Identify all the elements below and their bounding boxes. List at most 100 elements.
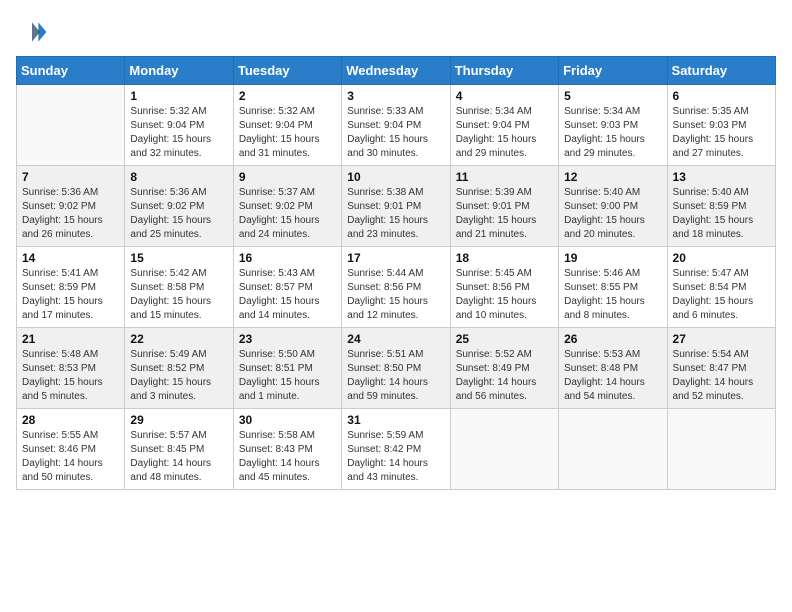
day-number: 13 [673, 170, 770, 184]
day-of-week-header: Sunday [17, 57, 125, 85]
calendar-day-cell: 5Sunrise: 5:34 AM Sunset: 9:03 PM Daylig… [559, 85, 667, 166]
calendar-day-cell: 26 Sunrise: 5:53 AM Sunset: 8:48 PM Dayli… [559, 328, 667, 409]
calendar-day-cell: 30Sunrise: 5:58 AM Sunset: 8:43 PM Dayli… [233, 409, 341, 490]
day-info: Sunrise: 5:32 AM Sunset: 9:04 PM Dayligh… [239, 105, 336, 161]
day-info: Sunrise: 5:34 AM Sunset: 9:03 PM Dayligh… [564, 105, 661, 161]
calendar-day-cell: 14 Sunrise: 5:41 AM Sunset: 8:59 PM Dayli… [17, 247, 125, 328]
calendar-day-cell: 18 Sunrise: 5:45 AM Sunset: 8:56 PM Dayli… [450, 247, 558, 328]
calendar-day-cell [450, 409, 558, 490]
calendar-day-cell: 16 Sunrise: 5:43 AM Sunset: 8:57 PM Dayli… [233, 247, 341, 328]
calendar-day-cell: 15 Sunrise: 5:42 AM Sunset: 8:58 PM Dayli… [125, 247, 233, 328]
logo [16, 16, 52, 48]
day-number: 27 [673, 332, 770, 346]
day-number: 18 [456, 251, 553, 265]
day-number: 15 [130, 251, 227, 265]
calendar-week-row: 7 Sunrise: 5:36 AM Sunset: 9:02 PM Daylig… [17, 166, 776, 247]
day-number: 14 [22, 251, 119, 265]
calendar-week-row: 1 Sunrise: 5:32 AM Sunset: 9:04 PM Daylig… [17, 85, 776, 166]
day-number: 4 [456, 89, 553, 103]
day-number: 16 [239, 251, 336, 265]
day-of-week-header: Tuesday [233, 57, 341, 85]
day-info: Sunrise: 5:36 AM Sunset: 9:02 PM Dayligh… [130, 186, 227, 242]
calendar-day-cell: 12Sunrise: 5:40 AM Sunset: 9:00 PM Dayli… [559, 166, 667, 247]
calendar-day-cell: 6 Sunrise: 5:35 AM Sunset: 9:03 PM Daylig… [667, 85, 775, 166]
day-of-week-header: Thursday [450, 57, 558, 85]
day-info: Sunrise: 5:36 AM Sunset: 9:02 PM Dayligh… [22, 186, 119, 242]
page-header [16, 16, 776, 48]
calendar-day-cell: 8 Sunrise: 5:36 AM Sunset: 9:02 PM Daylig… [125, 166, 233, 247]
day-number: 11 [456, 170, 553, 184]
calendar-day-cell [667, 409, 775, 490]
day-number: 23 [239, 332, 336, 346]
day-of-week-header: Wednesday [342, 57, 450, 85]
calendar-week-row: 28 Sunrise: 5:55 AM Sunset: 8:46 PM Dayli… [17, 409, 776, 490]
day-info: Sunrise: 5:52 AM Sunset: 8:49 PM Dayligh… [456, 348, 553, 404]
calendar-day-cell: 23Sunrise: 5:50 AM Sunset: 8:51 PM Dayli… [233, 328, 341, 409]
calendar-table: SundayMondayTuesdayWednesdayThursdayFrid… [16, 56, 776, 490]
day-info: Sunrise: 5:37 AM Sunset: 9:02 PM Dayligh… [239, 186, 336, 242]
day-info: Sunrise: 5:42 AM Sunset: 8:58 PM Dayligh… [130, 267, 227, 323]
day-info: Sunrise: 5:59 AM Sunset: 8:42 PM Dayligh… [347, 429, 444, 485]
day-number: 12 [564, 170, 661, 184]
day-of-week-header: Saturday [667, 57, 775, 85]
day-number: 1 [130, 89, 227, 103]
day-number: 28 [22, 413, 119, 427]
logo-icon [16, 16, 48, 48]
calendar-day-cell: 10Sunrise: 5:38 AM Sunset: 9:01 PM Dayli… [342, 166, 450, 247]
calendar-week-row: 21 Sunrise: 5:48 AM Sunset: 8:53 PM Dayli… [17, 328, 776, 409]
day-info: Sunrise: 5:34 AM Sunset: 9:04 PM Dayligh… [456, 105, 553, 161]
day-number: 25 [456, 332, 553, 346]
day-info: Sunrise: 5:32 AM Sunset: 9:04 PM Dayligh… [130, 105, 227, 161]
day-number: 2 [239, 89, 336, 103]
calendar-day-cell: 4 Sunrise: 5:34 AM Sunset: 9:04 PM Daylig… [450, 85, 558, 166]
day-info: Sunrise: 5:55 AM Sunset: 8:46 PM Dayligh… [22, 429, 119, 485]
day-info: Sunrise: 5:54 AM Sunset: 8:47 PM Dayligh… [673, 348, 770, 404]
day-of-week-header: Friday [559, 57, 667, 85]
day-number: 21 [22, 332, 119, 346]
day-info: Sunrise: 5:45 AM Sunset: 8:56 PM Dayligh… [456, 267, 553, 323]
day-number: 31 [347, 413, 444, 427]
day-number: 24 [347, 332, 444, 346]
day-info: Sunrise: 5:33 AM Sunset: 9:04 PM Dayligh… [347, 105, 444, 161]
day-info: Sunrise: 5:53 AM Sunset: 8:48 PM Dayligh… [564, 348, 661, 404]
day-info: Sunrise: 5:51 AM Sunset: 8:50 PM Dayligh… [347, 348, 444, 404]
day-info: Sunrise: 5:35 AM Sunset: 9:03 PM Dayligh… [673, 105, 770, 161]
calendar-day-cell: 24 Sunrise: 5:51 AM Sunset: 8:50 PM Dayli… [342, 328, 450, 409]
calendar-day-cell: 7 Sunrise: 5:36 AM Sunset: 9:02 PM Daylig… [17, 166, 125, 247]
day-number: 10 [347, 170, 444, 184]
day-number: 29 [130, 413, 227, 427]
calendar-day-cell: 11 Sunrise: 5:39 AM Sunset: 9:01 PM Dayli… [450, 166, 558, 247]
calendar-day-cell: 1 Sunrise: 5:32 AM Sunset: 9:04 PM Daylig… [125, 85, 233, 166]
day-number: 3 [347, 89, 444, 103]
day-number: 20 [673, 251, 770, 265]
day-number: 7 [22, 170, 119, 184]
day-info: Sunrise: 5:39 AM Sunset: 9:01 PM Dayligh… [456, 186, 553, 242]
day-info: Sunrise: 5:43 AM Sunset: 8:57 PM Dayligh… [239, 267, 336, 323]
day-info: Sunrise: 5:41 AM Sunset: 8:59 PM Dayligh… [22, 267, 119, 323]
day-info: Sunrise: 5:46 AM Sunset: 8:55 PM Dayligh… [564, 267, 661, 323]
calendar-day-cell: 13Sunrise: 5:40 AM Sunset: 8:59 PM Dayli… [667, 166, 775, 247]
day-number: 30 [239, 413, 336, 427]
day-number: 19 [564, 251, 661, 265]
day-number: 26 [564, 332, 661, 346]
day-number: 8 [130, 170, 227, 184]
day-info: Sunrise: 5:47 AM Sunset: 8:54 PM Dayligh… [673, 267, 770, 323]
day-info: Sunrise: 5:57 AM Sunset: 8:45 PM Dayligh… [130, 429, 227, 485]
calendar-day-cell: 31 Sunrise: 5:59 AM Sunset: 8:42 PM Dayli… [342, 409, 450, 490]
calendar-day-cell [17, 85, 125, 166]
calendar-day-cell: 9 Sunrise: 5:37 AM Sunset: 9:02 PM Daylig… [233, 166, 341, 247]
calendar-day-cell: 17Sunrise: 5:44 AM Sunset: 8:56 PM Dayli… [342, 247, 450, 328]
day-number: 6 [673, 89, 770, 103]
calendar-day-cell: 20 Sunrise: 5:47 AM Sunset: 8:54 PM Dayli… [667, 247, 775, 328]
day-info: Sunrise: 5:49 AM Sunset: 8:52 PM Dayligh… [130, 348, 227, 404]
day-info: Sunrise: 5:44 AM Sunset: 8:56 PM Dayligh… [347, 267, 444, 323]
calendar-day-cell: 25 Sunrise: 5:52 AM Sunset: 8:49 PM Dayli… [450, 328, 558, 409]
calendar-day-cell: 21 Sunrise: 5:48 AM Sunset: 8:53 PM Dayli… [17, 328, 125, 409]
day-info: Sunrise: 5:48 AM Sunset: 8:53 PM Dayligh… [22, 348, 119, 404]
day-number: 9 [239, 170, 336, 184]
calendar-day-cell: 27 Sunrise: 5:54 AM Sunset: 8:47 PM Dayli… [667, 328, 775, 409]
calendar-day-cell: 2 Sunrise: 5:32 AM Sunset: 9:04 PM Daylig… [233, 85, 341, 166]
calendar-day-cell: 3 Sunrise: 5:33 AM Sunset: 9:04 PM Daylig… [342, 85, 450, 166]
calendar-day-cell: 29 Sunrise: 5:57 AM Sunset: 8:45 PM Dayli… [125, 409, 233, 490]
day-of-week-header: Monday [125, 57, 233, 85]
